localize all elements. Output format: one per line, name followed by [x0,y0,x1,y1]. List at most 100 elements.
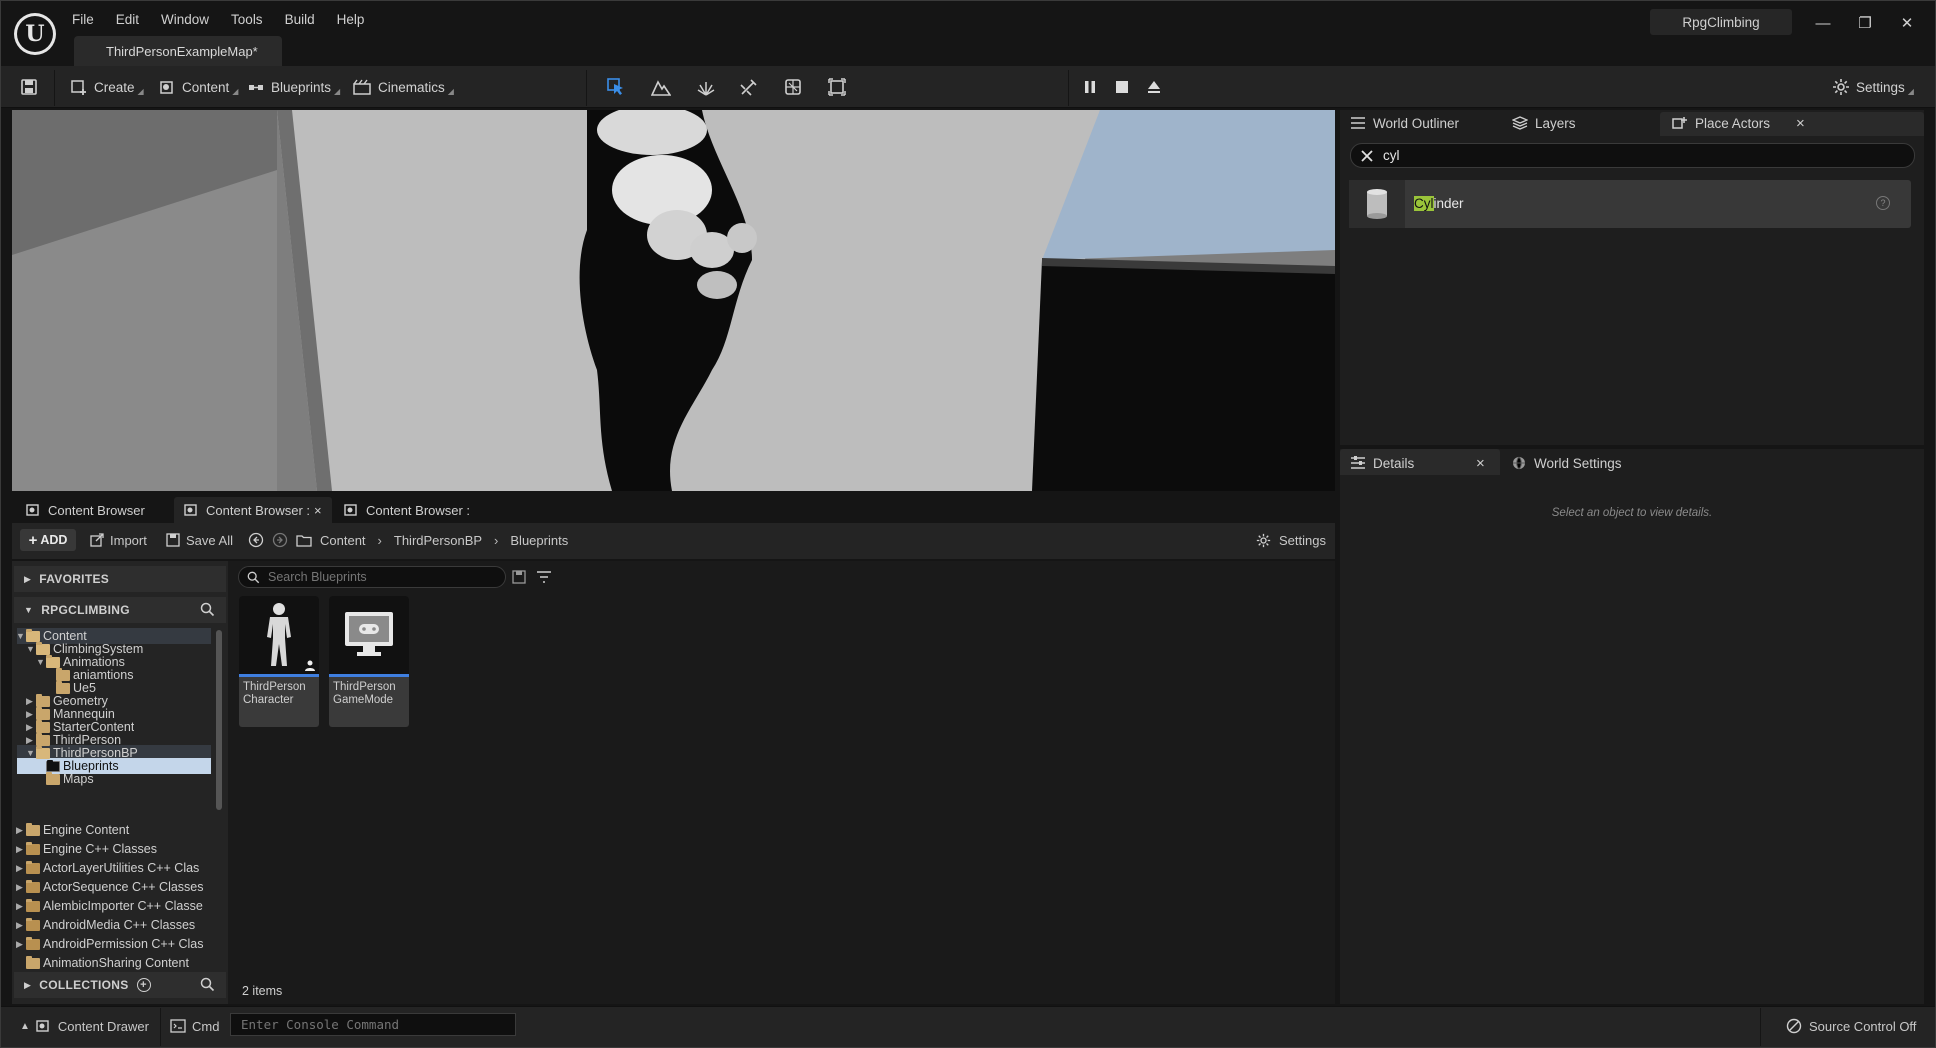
collections-search-icon[interactable] [200,977,215,992]
chevron-right-icon[interactable]: ▶ [16,863,26,874]
minimize-button[interactable]: — [1806,10,1840,36]
tree-scrollbar[interactable] [216,630,222,810]
add-collection-icon[interactable]: + [136,978,151,992]
chevron-right-icon[interactable]: ▶ [16,920,26,931]
class-folder-icon [26,898,40,912]
chevron-down-icon[interactable]: ▼ [36,657,46,667]
breadcrumb-thirdpersonbp[interactable]: ThirdPersonBP [394,533,482,548]
tab-layers[interactable]: Layers [1512,110,1576,136]
breadcrumb-content[interactable]: Content [320,533,366,548]
collections-header[interactable]: ▶ COLLECTIONS + [14,972,226,998]
blueprints-button[interactable]: Blueprints ◢ [247,74,340,100]
project-header[interactable]: ▼ RPGCLIMBING [14,597,226,623]
tree-item[interactable]: ▶ AlembicImporter C++ Classe [16,898,212,914]
close-window-button[interactable]: ✕ [1890,10,1924,36]
content-drawer-button[interactable]: ▲ Content Drawer [20,1016,149,1036]
project-search-icon[interactable] [200,602,215,617]
menu-file[interactable]: File [72,12,94,27]
chevron-right-icon[interactable]: ▶ [16,882,26,893]
favorites-header[interactable]: ▶ FAVORITES [14,566,226,592]
cinematics-button[interactable]: Cinematics ◢ [352,74,454,100]
clear-search-icon[interactable] [1361,149,1373,162]
folder-icon [296,535,312,547]
chevron-right-icon[interactable]: ▶ [16,844,26,855]
place-actors-search-input[interactable] [1383,148,1863,163]
tab-world-settings[interactable]: World Settings [1512,450,1622,476]
tree-item[interactable]: ▶ Engine Content [16,822,212,838]
tab-content-browser-2[interactable]: Content Browser : × [174,497,332,523]
chevron-right-icon[interactable]: ▶ [26,696,36,707]
save-all-button[interactable]: Save All [166,530,233,550]
chevron-right-icon[interactable]: ▶ [26,709,36,720]
help-icon[interactable]: ? [1876,196,1890,210]
console-input[interactable] [241,1017,501,1032]
pause-button[interactable] [1082,74,1104,100]
level-viewport[interactable] [12,110,1335,491]
content-browser-settings-button[interactable]: Settings [1256,530,1326,550]
content-drawer-label: Content Drawer [57,1018,149,1034]
caret-icon: ◢ [1907,86,1914,96]
tree-item[interactable]: ▶ Engine C++ Classes [16,841,212,857]
source-control-button[interactable]: Source Control Off [1786,1016,1916,1036]
menu-build[interactable]: Build [285,12,315,27]
menu-edit[interactable]: Edit [116,12,139,27]
select-mode-button[interactable] [606,74,632,100]
tab-details[interactable]: Details [1350,450,1414,476]
menu-help[interactable]: Help [337,12,365,27]
save-search-icon[interactable] [512,570,526,584]
tree-item[interactable]: ▶ AndroidPermission C++ Clas [16,936,212,952]
filter-icon[interactable] [536,570,554,586]
tree-item[interactable]: Maps [36,771,94,787]
close-place-actors-tab-button[interactable]: × [1796,110,1805,136]
toolbar-settings-button[interactable]: Settings ◢ [1832,74,1914,100]
chevron-down-icon[interactable]: ▼ [26,644,36,654]
breadcrumb-blueprints[interactable]: Blueprints [510,533,568,548]
stop-button[interactable] [1114,74,1136,100]
cmd-button[interactable]: Cmd [170,1016,219,1036]
tab-world-outliner[interactable]: World Outliner [1350,110,1459,136]
restore-button[interactable]: ❐ [1848,10,1882,36]
caret-icon: ◢ [334,86,341,96]
chevron-right-icon[interactable]: ▶ [16,939,26,950]
eject-button[interactable] [1146,74,1168,100]
mesh-paint-mode-button[interactable] [739,74,765,100]
tree-item[interactable]: ▶ ActorLayerUtilities C++ Clas [16,860,212,876]
chevron-down-icon[interactable]: ▼ [16,631,26,641]
place-actors-search[interactable] [1350,143,1915,168]
asset-tile[interactable]: ThirdPerson Character [239,596,319,727]
tree-item-label: Maps [63,772,94,786]
add-button[interactable]: + ADD [20,529,76,551]
console-command-field[interactable] [230,1013,516,1036]
tree-item[interactable]: ▶ ActorSequence C++ Classes [16,879,212,895]
content-button[interactable]: Content ◢ [158,74,238,100]
import-button[interactable]: Import [90,530,147,550]
history-forward-button[interactable] [272,531,288,549]
foliage-mode-button[interactable] [696,74,722,100]
chevron-right-icon[interactable]: ▶ [26,735,36,746]
chevron-right-icon[interactable]: ▶ [16,825,26,836]
landscape-mode-button[interactable] [651,74,677,100]
history-back-button[interactable] [248,531,264,549]
close-details-tab-button[interactable]: × [1476,450,1485,476]
tab-content-browser-3[interactable]: Content Browser : [334,497,480,523]
chevron-right-icon[interactable]: ▶ [16,901,26,912]
menu-window[interactable]: Window [161,12,209,27]
close-tab-icon[interactable]: × [314,503,322,518]
chevron-down-icon[interactable]: ▼ [26,748,36,758]
level-tab[interactable]: ThirdPersonExampleMap* [74,36,282,66]
create-button[interactable]: Create ◢ [70,74,144,100]
asset-search[interactable] [238,566,506,588]
unreal-logo-icon[interactable]: U [14,13,56,55]
brush-edit-mode-button[interactable] [827,74,853,100]
save-level-button[interactable] [20,74,44,100]
tab-place-actors[interactable]: Place Actors [1672,110,1770,136]
select-mode-icon [607,78,623,95]
tree-item[interactable]: ▶ AndroidMedia C++ Classes [16,917,212,933]
asset-tile[interactable]: ThirdPerson GameMode [329,596,409,727]
chevron-right-icon[interactable]: ▶ [26,722,36,733]
menu-tools[interactable]: Tools [231,12,263,27]
tree-item[interactable]: AnimationSharing Content [16,955,212,971]
fracture-mode-button[interactable] [783,74,809,100]
tab-content-browser-1[interactable]: Content Browser [16,497,155,523]
asset-search-input[interactable] [268,570,488,584]
